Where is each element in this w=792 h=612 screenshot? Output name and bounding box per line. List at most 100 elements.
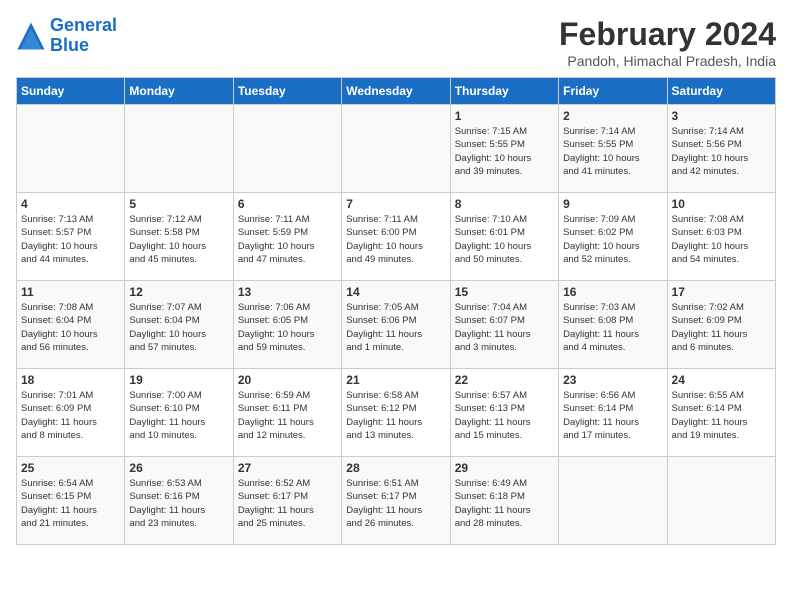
day-number: 3 — [672, 109, 771, 123]
day-info: Sunrise: 6:57 AM Sunset: 6:13 PM Dayligh… — [455, 389, 554, 442]
day-info: Sunrise: 6:51 AM Sunset: 6:17 PM Dayligh… — [346, 477, 445, 530]
day-of-week-header: Sunday — [17, 78, 125, 105]
calendar-cell: 22 Sunrise: 6:57 AM Sunset: 6:13 PM Dayli… — [450, 369, 558, 457]
day-number: 25 — [21, 461, 120, 475]
day-info: Sunrise: 7:12 AM Sunset: 5:58 PM Dayligh… — [129, 213, 228, 266]
logo-line2: Blue — [50, 35, 89, 55]
day-info: Sunrise: 7:04 AM Sunset: 6:07 PM Dayligh… — [455, 301, 554, 354]
day-number: 19 — [129, 373, 228, 387]
calendar-cell: 1Sunrise: 7:15 AM Sunset: 5:55 PM Daylig… — [450, 105, 558, 193]
day-info: Sunrise: 6:59 AM Sunset: 6:11 PM Dayligh… — [238, 389, 337, 442]
day-number: 9 — [563, 197, 662, 211]
calendar-week-row: 1Sunrise: 7:15 AM Sunset: 5:55 PM Daylig… — [17, 105, 776, 193]
day-info: Sunrise: 6:49 AM Sunset: 6:18 PM Dayligh… — [455, 477, 554, 530]
day-number: 11 — [21, 285, 120, 299]
day-number: 28 — [346, 461, 445, 475]
calendar-cell: 18Sunrise: 7:01 AM Sunset: 6:09 PM Dayli… — [17, 369, 125, 457]
calendar-cell: 27 Sunrise: 6:52 AM Sunset: 6:17 PM Dayli… — [233, 457, 341, 545]
day-info: Sunrise: 6:58 AM Sunset: 6:12 PM Dayligh… — [346, 389, 445, 442]
page-header: General Blue February 2024 Pandoh, Himac… — [16, 16, 776, 69]
calendar-table: SundayMondayTuesdayWednesdayThursdayFrid… — [16, 77, 776, 545]
calendar-cell — [559, 457, 667, 545]
day-info: Sunrise: 7:00 AM Sunset: 6:10 PM Dayligh… — [129, 389, 228, 442]
calendar-cell: 3 Sunrise: 7:14 AM Sunset: 5:56 PM Daylig… — [667, 105, 775, 193]
calendar-cell: 11 Sunrise: 7:08 AM Sunset: 6:04 PM Dayli… — [17, 281, 125, 369]
logo-icon — [16, 21, 46, 51]
day-number: 8 — [455, 197, 554, 211]
day-number: 6 — [238, 197, 337, 211]
day-of-week-header: Thursday — [450, 78, 558, 105]
day-info: Sunrise: 7:10 AM Sunset: 6:01 PM Dayligh… — [455, 213, 554, 266]
day-number: 16 — [563, 285, 662, 299]
day-info: Sunrise: 7:11 AM Sunset: 6:00 PM Dayligh… — [346, 213, 445, 266]
day-info: Sunrise: 7:14 AM Sunset: 5:55 PM Dayligh… — [563, 125, 662, 178]
day-number: 13 — [238, 285, 337, 299]
day-info: Sunrise: 6:52 AM Sunset: 6:17 PM Dayligh… — [238, 477, 337, 530]
day-info: Sunrise: 6:54 AM Sunset: 6:15 PM Dayligh… — [21, 477, 120, 530]
calendar-week-row: 25 Sunrise: 6:54 AM Sunset: 6:15 PM Dayli… — [17, 457, 776, 545]
day-info: Sunrise: 6:53 AM Sunset: 6:16 PM Dayligh… — [129, 477, 228, 530]
day-of-week-header: Saturday — [667, 78, 775, 105]
day-number: 1 — [455, 109, 554, 123]
calendar-cell: 16 Sunrise: 7:03 AM Sunset: 6:08 PM Dayli… — [559, 281, 667, 369]
calendar-cell: 6 Sunrise: 7:11 AM Sunset: 5:59 PM Daylig… — [233, 193, 341, 281]
day-number: 20 — [238, 373, 337, 387]
calendar-cell: 9 Sunrise: 7:09 AM Sunset: 6:02 PM Daylig… — [559, 193, 667, 281]
calendar-cell: 13Sunrise: 7:06 AM Sunset: 6:05 PM Dayli… — [233, 281, 341, 369]
day-info: Sunrise: 7:08 AM Sunset: 6:04 PM Dayligh… — [21, 301, 120, 354]
day-of-week-header: Wednesday — [342, 78, 450, 105]
calendar-cell: 17 Sunrise: 7:02 AM Sunset: 6:09 PM Dayli… — [667, 281, 775, 369]
day-number: 12 — [129, 285, 228, 299]
day-number: 17 — [672, 285, 771, 299]
location: Pandoh, Himachal Pradesh, India — [559, 53, 776, 69]
day-number: 26 — [129, 461, 228, 475]
day-number: 24 — [672, 373, 771, 387]
calendar-week-row: 4 Sunrise: 7:13 AM Sunset: 5:57 PM Daylig… — [17, 193, 776, 281]
calendar-cell — [233, 105, 341, 193]
calendar-cell — [17, 105, 125, 193]
day-info: Sunrise: 7:03 AM Sunset: 6:08 PM Dayligh… — [563, 301, 662, 354]
calendar-cell: 20 Sunrise: 6:59 AM Sunset: 6:11 PM Dayli… — [233, 369, 341, 457]
calendar-cell — [667, 457, 775, 545]
day-info: Sunrise: 7:09 AM Sunset: 6:02 PM Dayligh… — [563, 213, 662, 266]
day-number: 7 — [346, 197, 445, 211]
day-of-week-header: Monday — [125, 78, 233, 105]
calendar-cell: 28 Sunrise: 6:51 AM Sunset: 6:17 PM Dayli… — [342, 457, 450, 545]
day-info: Sunrise: 7:02 AM Sunset: 6:09 PM Dayligh… — [672, 301, 771, 354]
calendar-cell: 23 Sunrise: 6:56 AM Sunset: 6:14 PM Dayli… — [559, 369, 667, 457]
day-info: Sunrise: 7:11 AM Sunset: 5:59 PM Dayligh… — [238, 213, 337, 266]
calendar-cell: 12Sunrise: 7:07 AM Sunset: 6:04 PM Dayli… — [125, 281, 233, 369]
day-info: Sunrise: 6:56 AM Sunset: 6:14 PM Dayligh… — [563, 389, 662, 442]
day-number: 29 — [455, 461, 554, 475]
day-info: Sunrise: 7:13 AM Sunset: 5:57 PM Dayligh… — [21, 213, 120, 266]
calendar-cell: 2Sunrise: 7:14 AM Sunset: 5:55 PM Daylig… — [559, 105, 667, 193]
day-number: 5 — [129, 197, 228, 211]
day-number: 14 — [346, 285, 445, 299]
title-area: February 2024 Pandoh, Himachal Pradesh, … — [559, 16, 776, 69]
month-title: February 2024 — [559, 16, 776, 53]
logo-text: General Blue — [50, 16, 117, 56]
calendar-cell: 5 Sunrise: 7:12 AM Sunset: 5:58 PM Daylig… — [125, 193, 233, 281]
calendar-cell: 26 Sunrise: 6:53 AM Sunset: 6:16 PM Dayli… — [125, 457, 233, 545]
day-number: 15 — [455, 285, 554, 299]
day-number: 22 — [455, 373, 554, 387]
day-number: 18 — [21, 373, 120, 387]
calendar-cell — [342, 105, 450, 193]
calendar-cell: 10Sunrise: 7:08 AM Sunset: 6:03 PM Dayli… — [667, 193, 775, 281]
day-number: 23 — [563, 373, 662, 387]
calendar-cell: 15 Sunrise: 7:04 AM Sunset: 6:07 PM Dayli… — [450, 281, 558, 369]
logo: General Blue — [16, 16, 117, 56]
calendar-cell: 21Sunrise: 6:58 AM Sunset: 6:12 PM Dayli… — [342, 369, 450, 457]
calendar-cell: 24Sunrise: 6:55 AM Sunset: 6:14 PM Dayli… — [667, 369, 775, 457]
calendar-cell: 14Sunrise: 7:05 AM Sunset: 6:06 PM Dayli… — [342, 281, 450, 369]
calendar-week-row: 11 Sunrise: 7:08 AM Sunset: 6:04 PM Dayli… — [17, 281, 776, 369]
calendar-cell — [125, 105, 233, 193]
logo-line1: General — [50, 15, 117, 35]
day-of-week-header: Friday — [559, 78, 667, 105]
calendar-cell: 19 Sunrise: 7:00 AM Sunset: 6:10 PM Dayli… — [125, 369, 233, 457]
calendar-cell: 4 Sunrise: 7:13 AM Sunset: 5:57 PM Daylig… — [17, 193, 125, 281]
day-number: 27 — [238, 461, 337, 475]
day-info: Sunrise: 7:14 AM Sunset: 5:56 PM Dayligh… — [672, 125, 771, 178]
day-number: 4 — [21, 197, 120, 211]
calendar-cell: 8 Sunrise: 7:10 AM Sunset: 6:01 PM Daylig… — [450, 193, 558, 281]
